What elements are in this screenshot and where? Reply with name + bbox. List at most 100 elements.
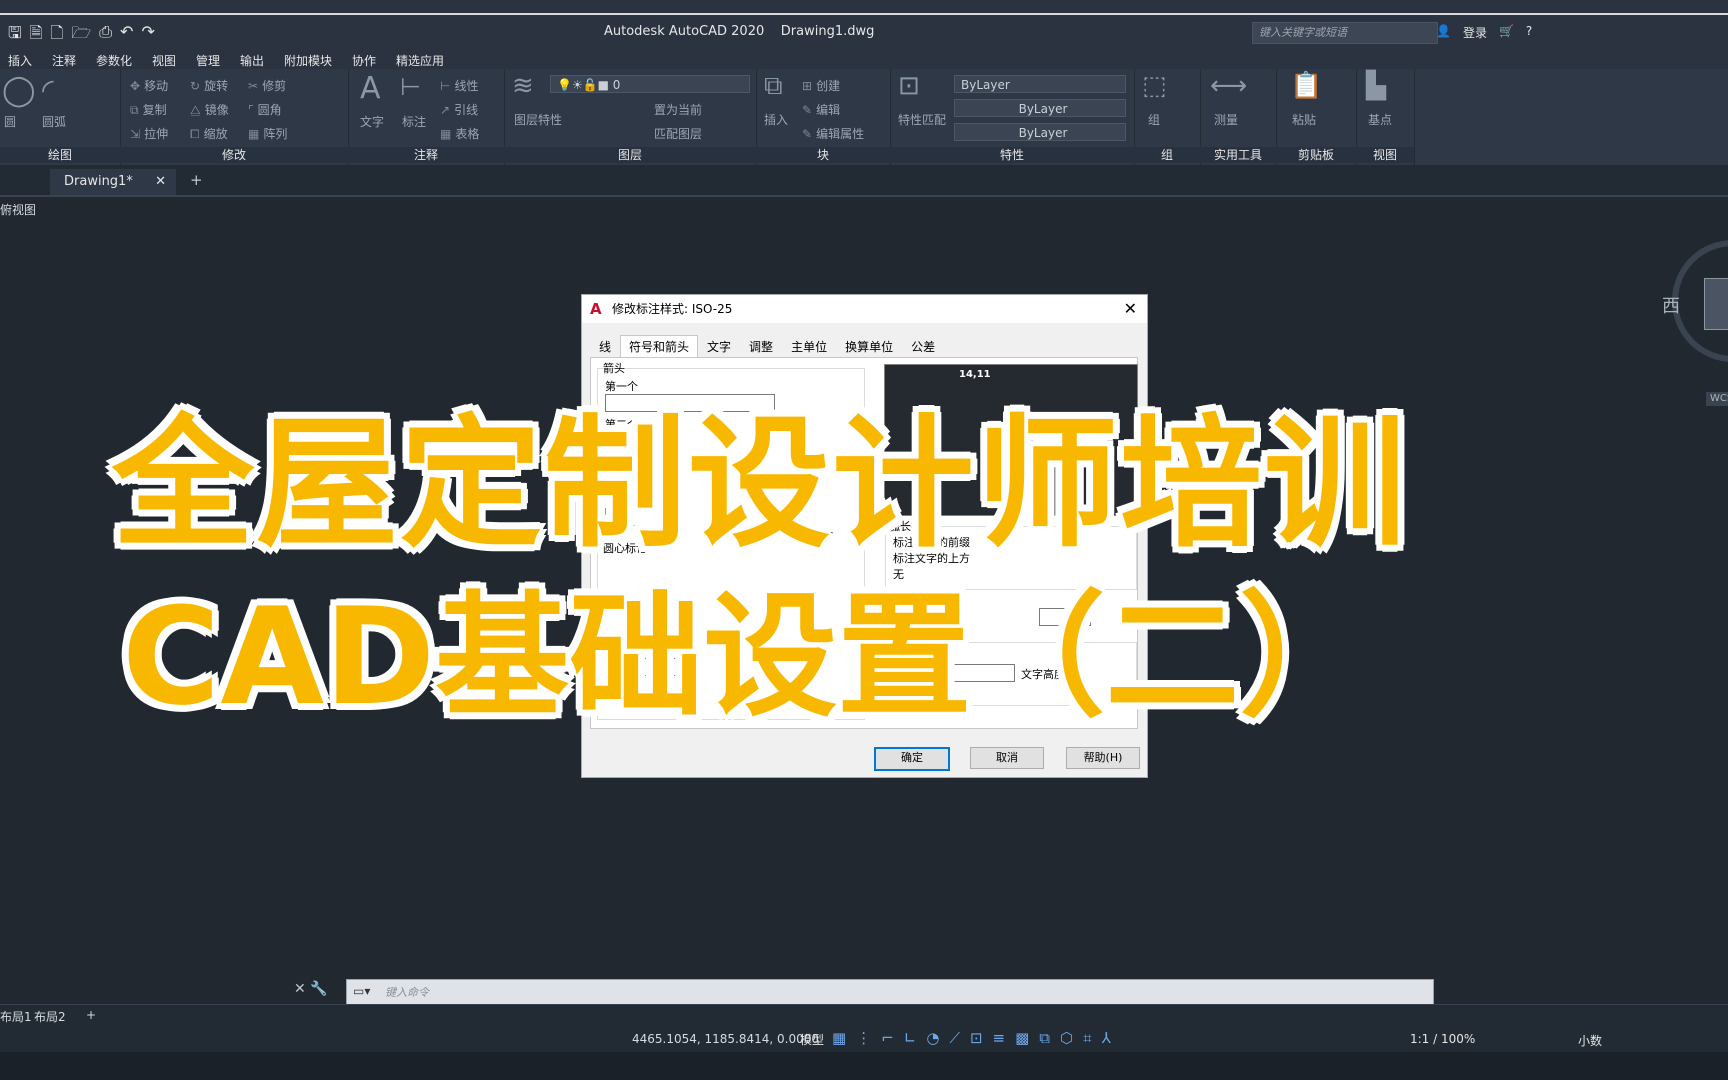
tool-dimension[interactable]: 标注	[402, 113, 426, 130]
tool-match-layer[interactable]: 匹配图层	[654, 125, 702, 142]
tool-circle[interactable]: 圆	[4, 113, 16, 130]
tool-arc[interactable]: 圆弧	[42, 113, 66, 130]
tool-fillet[interactable]: ⌜ 圆角	[248, 101, 282, 118]
tool-linear[interactable]: ⊢ 线性	[440, 77, 478, 94]
viewport-label[interactable]: 俯视图	[0, 201, 36, 218]
circle-icon[interactable]: ◯	[2, 73, 36, 108]
command-line[interactable]: ▭▾ 键入命令	[346, 979, 1434, 1005]
search-input[interactable]: 键入关键字或短语	[1252, 22, 1438, 44]
tab-manage[interactable]: 管理	[196, 52, 220, 69]
tool-copy[interactable]: ⧉ 复制	[130, 101, 167, 118]
ok-button[interactable]: 确定	[874, 747, 950, 771]
insert-block-icon[interactable]: ⧉	[764, 71, 783, 102]
tool-match-properties[interactable]: 特性匹配	[898, 111, 946, 128]
3d-osnap-icon[interactable]: ⬡	[1060, 1029, 1073, 1047]
coordinates-readout[interactable]: 4465.1054, 1185.8414, 0.0000	[632, 1032, 819, 1046]
dynamic-ucs-icon[interactable]: ⌗	[1083, 1029, 1091, 1047]
panel-caption-view[interactable]: 视图	[1356, 147, 1414, 163]
lineweight-icon[interactable]: ≡	[993, 1029, 1006, 1047]
add-layout-button[interactable]: +	[86, 1008, 96, 1022]
tab-output[interactable]: 输出	[240, 52, 264, 69]
tab-insert[interactable]: 插入	[8, 52, 32, 69]
cancel-button[interactable]: 取消	[970, 747, 1044, 769]
tab-view[interactable]: 视图	[152, 52, 176, 69]
grid-icon[interactable]: ▦	[832, 1029, 846, 1047]
linetype-dropdown[interactable]: ByLayer	[954, 99, 1126, 117]
model-space-button[interactable]: 模型	[800, 1031, 824, 1048]
lineweight-dropdown[interactable]: ByLayer	[954, 123, 1126, 141]
base-point-icon[interactable]: ▙	[1366, 71, 1386, 101]
isodraft-icon[interactable]: ⟋	[949, 1029, 960, 1047]
snap-icon[interactable]: ⋮	[856, 1029, 871, 1047]
wcs-menu[interactable]: WCS	[1706, 392, 1728, 406]
tool-text[interactable]: 文字	[360, 113, 384, 130]
file-tab-drawing1[interactable]: Drawing1* ✕	[50, 169, 176, 195]
close-icon[interactable]: ✕	[1124, 295, 1137, 323]
tool-measure[interactable]: 测量	[1214, 111, 1238, 128]
close-icon[interactable]: ✕	[294, 981, 306, 997]
dialog-tab-tolerances[interactable]: 公差	[902, 335, 944, 359]
redo-icon[interactable]: ↷	[141, 22, 154, 49]
tab-featured-apps[interactable]: 精选应用	[396, 52, 444, 69]
dialog-tab-text[interactable]: 文字	[698, 335, 740, 359]
viewcube-face[interactable]	[1704, 278, 1728, 330]
color-dropdown[interactable]: ByLayer	[954, 75, 1126, 93]
paste-icon[interactable]: 📋	[1290, 71, 1322, 101]
viewcube-west[interactable]: 西	[1662, 292, 1680, 318]
tool-leader[interactable]: ↗ 引线	[440, 101, 478, 118]
ortho-icon[interactable]: ∟	[904, 1029, 917, 1047]
text-icon[interactable]: A	[360, 71, 381, 106]
panel-caption-draw[interactable]: 绘图	[0, 147, 120, 163]
help-button[interactable]: 帮助(H)	[1066, 747, 1140, 769]
help-icon[interactable]: ?	[1526, 24, 1532, 41]
tab-annotate[interactable]: 注释	[52, 52, 76, 69]
tool-create[interactable]: ⊞ 创建	[802, 77, 840, 94]
panel-caption-properties[interactable]: 特性	[890, 147, 1134, 163]
annotation-visibility-icon[interactable]: ⅄	[1102, 1029, 1111, 1047]
dialog-tab-primary-units[interactable]: 主单位	[782, 335, 836, 359]
dialog-tab-symbols-arrows[interactable]: 符号和箭头	[620, 335, 699, 358]
tool-array[interactable]: ▦ 阵列	[248, 125, 287, 142]
save-as-icon[interactable]: 🗎	[30, 22, 43, 49]
tool-base-point[interactable]: 基点	[1368, 111, 1392, 128]
transparency-icon[interactable]: ▩	[1015, 1029, 1029, 1047]
tool-stretch[interactable]: ⇲ 拉伸	[130, 125, 168, 142]
panel-caption-layers[interactable]: 图层	[504, 147, 756, 163]
wrench-icon[interactable]: 🔧	[310, 981, 327, 997]
close-icon[interactable]: ✕	[155, 169, 166, 195]
infer-icon[interactable]: ⌐	[881, 1029, 894, 1047]
tab-layout1[interactable]: 布局1	[0, 1008, 32, 1025]
login-link[interactable]: 登录	[1463, 24, 1487, 41]
panel-caption-clipboard[interactable]: 剪贴板	[1276, 147, 1356, 163]
panel-caption-utilities[interactable]: 实用工具	[1200, 147, 1276, 163]
tool-rotate[interactable]: ↻ 旋转	[190, 77, 228, 94]
dialog-tab-alternate-units[interactable]: 换算单位	[836, 335, 902, 359]
osnap-icon[interactable]: ⊡	[970, 1029, 983, 1047]
arc-icon[interactable]: ◜	[42, 73, 54, 108]
selection-cycling-icon[interactable]: ⧉	[1039, 1029, 1050, 1047]
dialog-tab-fit[interactable]: 调整	[740, 335, 782, 359]
cart-icon[interactable]: 🛒	[1499, 24, 1514, 41]
match-properties-icon[interactable]: ⊡	[898, 71, 920, 101]
undo-icon[interactable]: ↶	[120, 22, 133, 49]
polar-icon[interactable]: ◔	[926, 1029, 939, 1047]
tool-scale[interactable]: ⧠ 缩放	[190, 125, 228, 142]
group-icon[interactable]: ⬚	[1142, 71, 1167, 101]
measure-icon[interactable]: ⟷	[1210, 71, 1247, 101]
panel-caption-modify[interactable]: 修改	[120, 147, 348, 163]
new-tab-button[interactable]: +	[190, 171, 203, 189]
user-icon[interactable]: 👤	[1436, 24, 1451, 41]
tool-edit-attributes[interactable]: ✎ 编辑属性	[802, 125, 864, 142]
panel-caption-block[interactable]: 块	[756, 147, 890, 163]
tool-insert[interactable]: 插入	[764, 111, 788, 128]
command-icon[interactable]: ▭▾	[353, 984, 370, 998]
annotation-scale[interactable]: 1:1 / 100%	[1410, 1032, 1475, 1046]
tab-layout2[interactable]: 布局2	[34, 1008, 66, 1025]
tool-move[interactable]: ✥ 移动	[130, 77, 168, 94]
panel-caption-groups[interactable]: 组	[1134, 147, 1200, 163]
layer-dropdown[interactable]: 💡☀🔓■ 0	[550, 75, 750, 93]
command-input[interactable]: 键入命令	[385, 984, 429, 1000]
layer-properties-icon[interactable]: ≋	[512, 71, 534, 101]
tool-table[interactable]: ▦ 表格	[440, 125, 479, 142]
tool-set-current[interactable]: 置为当前	[654, 101, 702, 118]
